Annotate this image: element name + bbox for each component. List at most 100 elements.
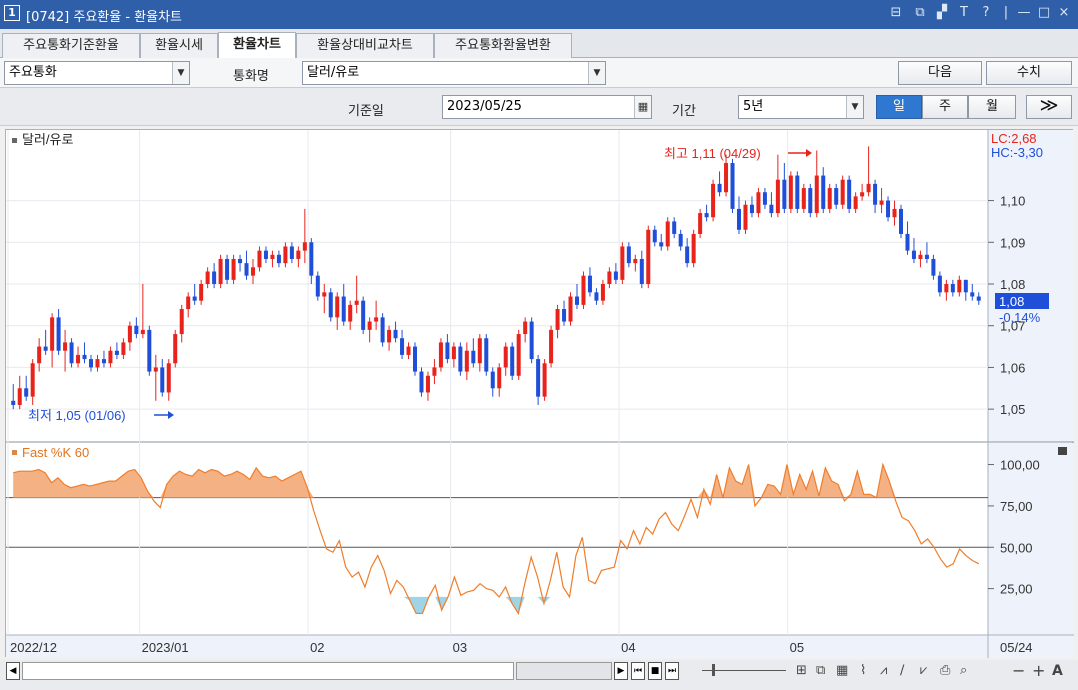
chevron-down-icon[interactable]: ▼ <box>172 62 189 84</box>
candle-body <box>840 179 845 205</box>
candle-body <box>134 325 139 335</box>
currency-select[interactable]: 달러/유로 ▼ <box>302 61 606 85</box>
bottom-toolbar: ◀ ▶ ⏮ ■ ⏭ ⊞ ⧉ ▦ ⌇ ⩘ ∕ ⩗ ⎙ ⌕ − + A <box>0 660 1078 690</box>
price-tick-label: 1,06 <box>1000 360 1025 375</box>
double-chevron-right-icon[interactable]: ≫ <box>1026 95 1072 119</box>
candle-body <box>860 192 865 197</box>
time-tick-label: 02 <box>310 640 324 655</box>
draw-icon[interactable]: ∕ <box>900 663 904 678</box>
candle-body <box>756 192 761 214</box>
play-icon[interactable]: ▶ <box>614 662 628 680</box>
price-tick-label: 1,08 <box>1000 277 1025 292</box>
window-link-icon[interactable]: ⧉ <box>912 5 928 20</box>
window-icon[interactable]: ⧉ <box>816 663 825 678</box>
candle-body <box>769 204 774 214</box>
candle-body <box>458 346 463 372</box>
candle-body <box>199 284 204 301</box>
zoom-in-button[interactable]: + <box>1032 661 1045 680</box>
last-icon[interactable]: ⏭ <box>665 662 679 680</box>
speed-slider-handle[interactable] <box>712 664 715 676</box>
first-icon[interactable]: ⏮ <box>631 662 645 680</box>
category-select[interactable]: 주요통화 ▼ <box>4 61 190 85</box>
chevron-down-icon[interactable]: ▼ <box>846 96 863 118</box>
candle-body <box>166 363 171 393</box>
candle-body <box>659 242 664 247</box>
chevron-down-icon[interactable]: ▼ <box>588 62 605 84</box>
candle-body <box>361 300 366 330</box>
horizontal-scrollbar[interactable] <box>22 662 514 680</box>
shape-icon[interactable]: ⩗ <box>920 663 927 678</box>
period-select[interactable]: 5년 ▼ <box>738 95 864 119</box>
candle-body <box>289 246 294 259</box>
candle-body <box>212 271 217 284</box>
period-value: 5년 <box>743 99 764 114</box>
candle-body <box>924 254 929 259</box>
line-icon[interactable]: ⌇ <box>860 663 866 678</box>
period-week-button[interactable]: 주 <box>922 95 968 119</box>
tab-rate-quotes[interactable]: 환율시세 <box>140 33 218 58</box>
candle-body <box>380 317 385 343</box>
candle-body <box>821 175 826 209</box>
date-label: 기준일 <box>348 104 384 119</box>
filter-bar: 주요통화 ▼ 통화명 달러/유로 ▼ 다음 수치 <box>0 58 1078 88</box>
maximize-icon[interactable]: □ <box>1036 5 1052 20</box>
close-icon[interactable]: × <box>1056 5 1072 20</box>
window-layout-icon[interactable]: ⊟ <box>888 5 904 20</box>
candle-body <box>127 325 132 343</box>
candle-body <box>69 342 74 364</box>
candle-body <box>808 188 813 214</box>
chart-panel[interactable]: 1,10 1,09 1,08 1,07 1,06 1,05 100,00 75,00 50,0… <box>5 129 1074 658</box>
auto-scale-button[interactable]: A <box>1052 663 1063 679</box>
exchange-rate-chart[interactable]: 1,101,091,081,071,061,05 100,0075,0050,0… <box>6 130 1074 658</box>
trend-icon[interactable]: ⩘ <box>880 663 887 678</box>
candle-body <box>95 359 100 368</box>
crosshair-icon[interactable]: ⊞ <box>796 663 807 678</box>
candle-body <box>574 296 580 305</box>
grid-icon[interactable]: ▦ <box>836 663 848 678</box>
minimize-icon[interactable]: — <box>1016 5 1032 20</box>
candle-body <box>886 200 891 218</box>
oscillator-tick-label: 25,00 <box>1000 582 1033 597</box>
tab-major-currency-base-rate[interactable]: 주요통화기준환율 <box>2 33 140 58</box>
candle-body <box>43 346 48 351</box>
tab-relative-compare-chart[interactable]: 환율상대비교차트 <box>296 33 434 58</box>
save-icon[interactable]: ⎙ <box>940 663 950 678</box>
numeric-button[interactable]: 수치 <box>986 61 1072 85</box>
window-help-icon[interactable]: ? <box>978 5 994 20</box>
calendar-icon[interactable]: ▦ <box>634 96 651 118</box>
candle-body <box>801 188 806 209</box>
candle-body <box>88 359 94 368</box>
candle-body <box>432 367 437 376</box>
candle-body <box>322 292 327 297</box>
candle-body <box>814 175 819 214</box>
next-button[interactable]: 다음 <box>898 61 982 85</box>
candle-body <box>348 304 353 322</box>
date-input[interactable]: 2023/05/25 ▦ <box>442 95 652 119</box>
stop-icon[interactable]: ■ <box>648 662 662 680</box>
window-settings-icon[interactable]: ▞ <box>934 5 950 20</box>
period-day-button[interactable]: 일 <box>876 95 922 119</box>
candle-body <box>56 317 61 351</box>
time-tick-label: 05/24 <box>1000 640 1033 655</box>
candle-body <box>613 271 618 280</box>
tab-rate-converter[interactable]: 주요통화환율변환 <box>434 33 572 58</box>
candle-body <box>37 346 42 364</box>
candle-body <box>587 275 592 293</box>
candle-body <box>633 258 638 264</box>
scroll-left-icon[interactable]: ◀ <box>6 662 20 680</box>
candle-body <box>367 321 372 330</box>
candle-body <box>607 271 612 284</box>
candle-body <box>581 275 586 305</box>
candle-body <box>225 258 230 280</box>
period-month-button[interactable]: 월 <box>968 95 1016 119</box>
candle-body <box>276 254 281 264</box>
oscillator-tick-label: 75,00 <box>1000 499 1033 514</box>
zoom-out-button[interactable]: − <box>1012 661 1025 680</box>
candle-body <box>944 284 949 293</box>
time-tick-label: 05 <box>790 640 804 655</box>
pane-close-icon[interactable] <box>1058 447 1067 455</box>
zoom-icon[interactable]: ⌕ <box>960 663 967 678</box>
window-font-icon[interactable]: T <box>956 5 972 20</box>
scrollbar-thumb[interactable] <box>516 662 612 680</box>
tab-rate-chart[interactable]: 환율차트 <box>218 32 296 58</box>
